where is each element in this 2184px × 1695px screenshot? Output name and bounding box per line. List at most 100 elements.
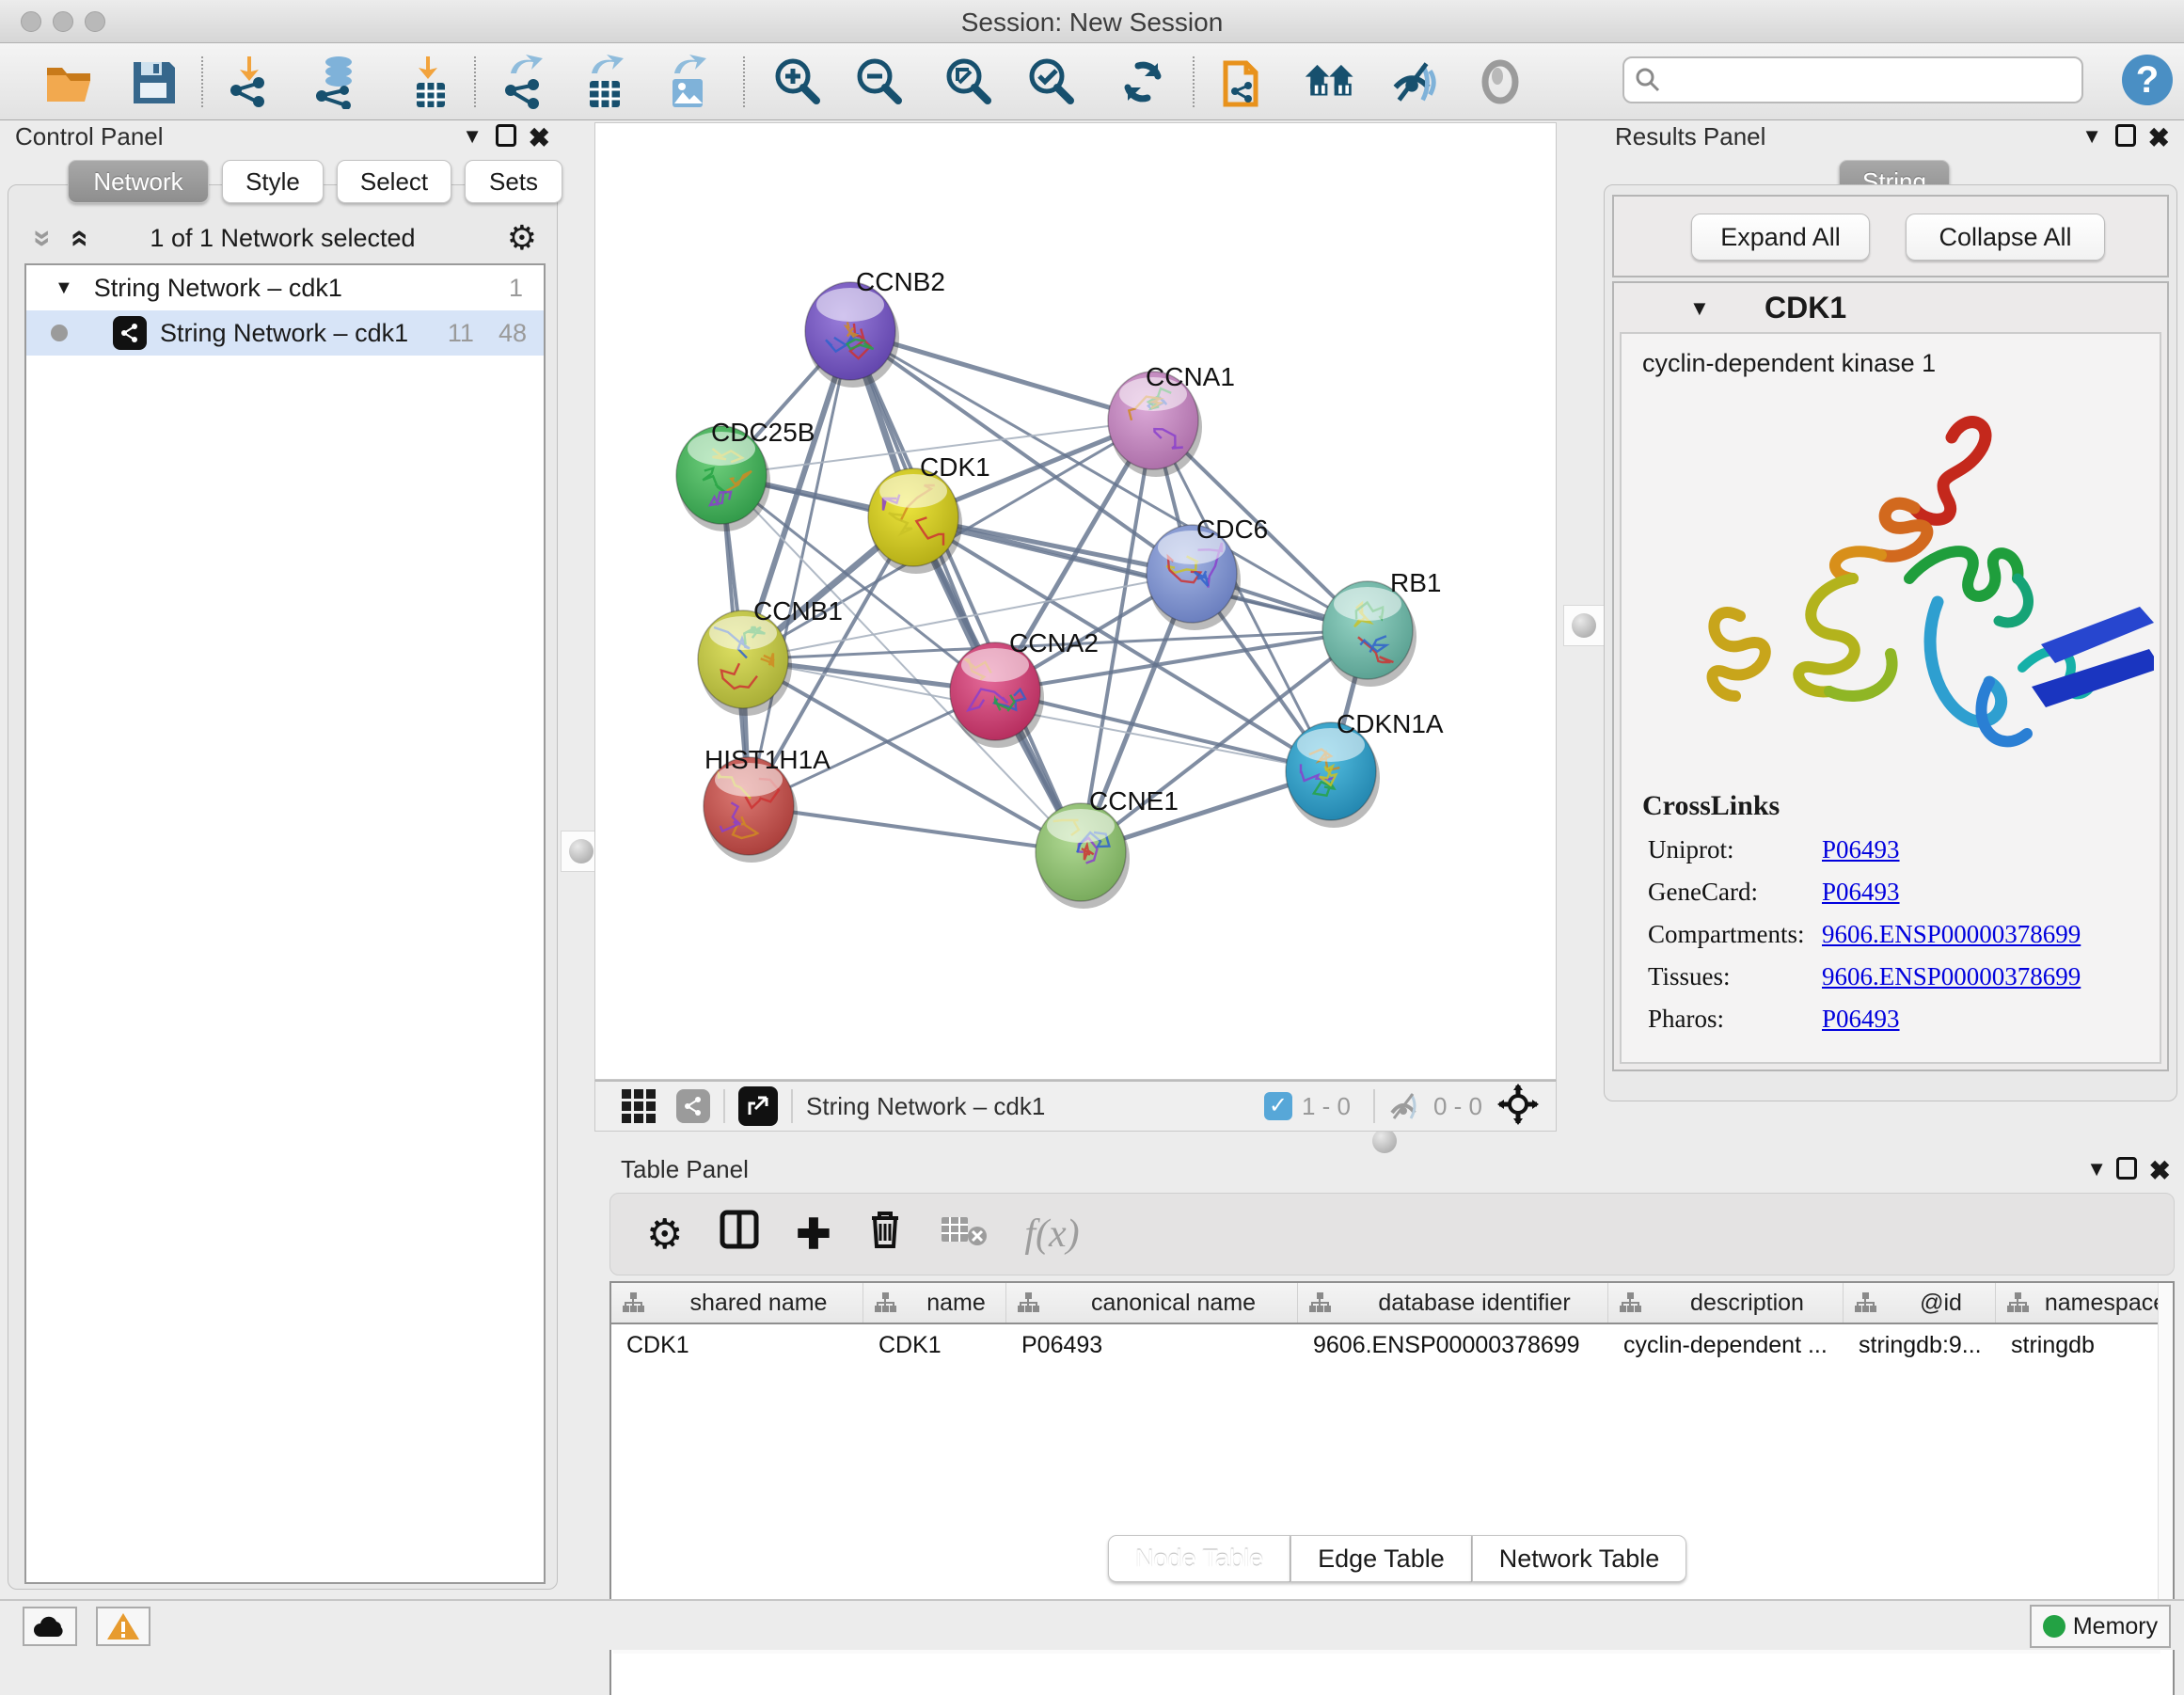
table-cell[interactable]: P06493: [1006, 1324, 1298, 1370]
network-collection-row[interactable]: ▼ String Network – cdk1 1: [26, 265, 544, 310]
network-view-type-icon[interactable]: [676, 1089, 710, 1123]
table-cell[interactable]: cyclin-dependent ...: [1608, 1324, 1844, 1370]
network-edge[interactable]: [749, 806, 1081, 852]
table-panel-float-icon[interactable]: [2116, 1157, 2137, 1180]
network-graph[interactable]: CCNB2CCNA1CDC25BCDK1CDC6RB1CCNB1CCNA2CDK…: [595, 123, 1558, 1081]
network-edge[interactable]: [749, 331, 850, 806]
collapse-all-button[interactable]: Collapse All: [1906, 214, 2105, 261]
table-panel-close-icon[interactable]: ✖: [2149, 1155, 2171, 1186]
tab-edge-table[interactable]: Edge Table: [1290, 1535, 1472, 1582]
table-row[interactable]: CDK1CDK1P064939606.ENSP00000378699cyclin…: [611, 1324, 2173, 1370]
crosslink-link[interactable]: P06493: [1822, 835, 1900, 864]
tab-network[interactable]: Network: [68, 160, 209, 203]
zoom-out-icon[interactable]: [851, 55, 906, 109]
control-panel-float-icon[interactable]: [496, 124, 516, 147]
section-collapse-icon[interactable]: ▼: [1689, 296, 1710, 321]
network-edge[interactable]: [850, 331, 1081, 852]
collection-expand-icon[interactable]: ▼: [55, 277, 73, 299]
control-panel-close-icon[interactable]: ✖: [529, 122, 550, 153]
window-title: Session: New Session: [0, 8, 2184, 38]
network-edge-count: 48: [499, 319, 527, 348]
results-panel-float-icon[interactable]: [2115, 124, 2136, 147]
network-options-gear-icon[interactable]: ⚙: [507, 218, 537, 258]
right-splitter-handle[interactable]: [1563, 605, 1605, 646]
network-view-toolbar: String Network – cdk1 ✓ 1 - 0 0 - 0: [594, 1080, 1557, 1132]
warning-icon: [106, 1611, 140, 1641]
table-cell[interactable]: CDK1: [863, 1324, 1006, 1370]
cloud-button[interactable]: [23, 1607, 77, 1646]
table-cell[interactable]: stringdb:9...: [1844, 1324, 1996, 1370]
search-input[interactable]: [1662, 67, 2066, 93]
column-header--id[interactable]: @id: [1844, 1283, 1996, 1323]
add-column-icon[interactable]: ✚: [796, 1211, 831, 1259]
table-cell[interactable]: stringdb: [1996, 1324, 2173, 1370]
results-buttons-box: Expand All Collapse All: [1612, 195, 2169, 277]
help-button[interactable]: ?: [2122, 55, 2173, 105]
string-home-icon[interactable]: [1304, 55, 1358, 109]
results-section-box: ▼ CDK1 cyclin-dependent kinase 1: [1612, 281, 2169, 1071]
save-session-icon[interactable]: [126, 55, 181, 109]
zoom-in-icon[interactable]: [769, 55, 824, 109]
network-edge[interactable]: [995, 691, 1331, 771]
memory-button[interactable]: Memory: [2030, 1605, 2171, 1648]
results-panel-menu-icon[interactable]: ▼: [2081, 124, 2102, 149]
birdseye-toggle-icon[interactable]: [738, 1086, 778, 1126]
crosslink-link[interactable]: 9606.ENSP00000378699: [1822, 962, 2081, 991]
status-bar: Memory: [0, 1599, 2184, 1650]
split-panel-icon[interactable]: [719, 1209, 760, 1260]
import-network-database-icon[interactable]: [310, 55, 365, 109]
hide-panel-eye-icon[interactable]: [1386, 55, 1441, 109]
grid-view-icon[interactable]: [622, 1089, 656, 1123]
table-rows: CDK1CDK1P064939606.ENSP00000378699cyclin…: [611, 1324, 2173, 1370]
selected-nodes-checkbox-icon[interactable]: ✓: [1264, 1092, 1292, 1120]
crosslink-label: GeneCard:: [1648, 878, 1822, 907]
export-network-icon[interactable]: [497, 55, 551, 109]
crosslink-row: Pharos:P06493: [1648, 1005, 2160, 1034]
section-header[interactable]: ▼ CDK1: [1614, 291, 2167, 330]
column-header-namespace[interactable]: namespace: [1996, 1283, 2173, 1323]
crosslink-link[interactable]: P06493: [1822, 878, 1900, 907]
node-label-cdc25b: CDC25B: [711, 418, 815, 447]
column-header-canonical-name[interactable]: canonical name: [1006, 1283, 1298, 1323]
table-options-gear-icon[interactable]: ⚙: [646, 1211, 683, 1259]
network-canvas[interactable]: CCNB2CCNA1CDC25BCDK1CDC6RB1CCNB1CCNA2CDK…: [594, 122, 1557, 1080]
tab-node-table[interactable]: Node Table: [1108, 1535, 1290, 1582]
protein-structure-image: [1627, 386, 2154, 771]
delete-column-trash-icon[interactable]: [866, 1209, 904, 1260]
tab-style[interactable]: Style: [222, 160, 324, 203]
open-session-icon[interactable]: [41, 55, 96, 109]
crosslink-link[interactable]: P06493: [1822, 1005, 1900, 1034]
show-panel-eye-icon[interactable]: [1473, 55, 1527, 109]
import-table-icon[interactable]: [403, 55, 457, 109]
fit-content-crosshair-icon[interactable]: [1497, 1084, 1539, 1130]
column-header-database-identifier[interactable]: database identifier: [1298, 1283, 1608, 1323]
expand-all-button[interactable]: Expand All: [1691, 214, 1870, 261]
section-content: cyclin-dependent kinase 1: [1620, 332, 2161, 1064]
import-network-file-icon[interactable]: [222, 55, 277, 109]
warnings-button[interactable]: [96, 1607, 150, 1646]
results-panel-close-icon[interactable]: ✖: [2148, 122, 2170, 153]
column-header-name[interactable]: name: [863, 1283, 1006, 1323]
network-row[interactable]: String Network – cdk1 11 48: [26, 310, 544, 356]
refresh-icon[interactable]: [1116, 55, 1170, 109]
search-box[interactable]: [1622, 56, 2083, 103]
table-panel-title: Table Panel: [621, 1155, 749, 1184]
table-panel-menu-icon[interactable]: ▼: [2086, 1157, 2107, 1181]
share-document-icon[interactable]: [1217, 55, 1272, 109]
network-node-count: 11: [448, 319, 474, 348]
crosslink-row: Tissues:9606.ENSP00000378699: [1648, 962, 2160, 991]
tab-network-table[interactable]: Network Table: [1472, 1535, 1687, 1582]
tab-sets[interactable]: Sets: [465, 160, 562, 203]
vertical-scrollbar[interactable]: [2158, 1283, 2173, 1631]
zoom-selected-icon[interactable]: [1023, 55, 1078, 109]
table-cell[interactable]: CDK1: [611, 1324, 863, 1370]
tab-select[interactable]: Select: [337, 160, 451, 203]
export-table-icon[interactable]: [578, 55, 632, 109]
crosslink-link[interactable]: 9606.ENSP00000378699: [1822, 920, 2081, 949]
table-cell[interactable]: 9606.ENSP00000378699: [1298, 1324, 1608, 1370]
control-panel-menu-icon[interactable]: ▼: [462, 124, 483, 149]
column-header-shared-name[interactable]: shared name: [611, 1283, 863, 1323]
export-image-icon[interactable]: [660, 55, 715, 109]
column-header-description[interactable]: description: [1608, 1283, 1844, 1323]
zoom-fit-icon[interactable]: [941, 55, 995, 109]
